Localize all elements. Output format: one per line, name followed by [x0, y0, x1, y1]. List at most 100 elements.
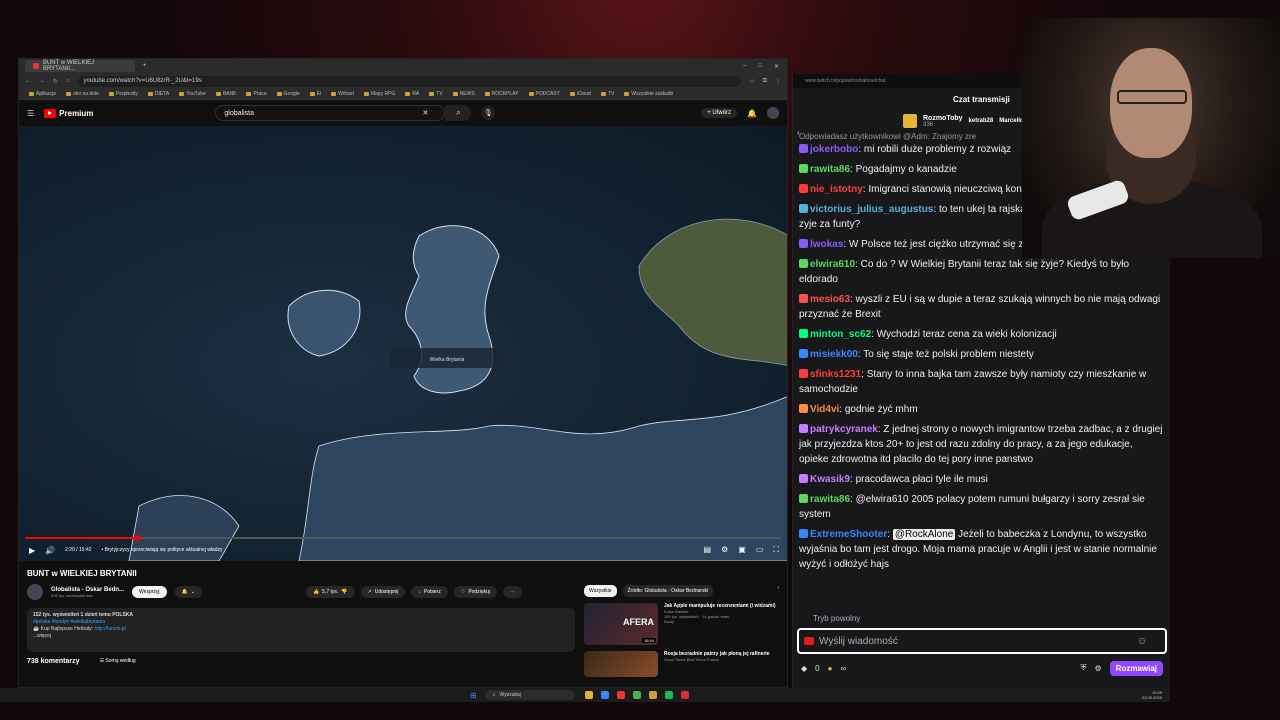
search-input[interactable]: globalista ✕	[215, 105, 446, 121]
chat-username[interactable]: rawita86	[810, 164, 850, 175]
user-badge-icon[interactable]	[799, 404, 808, 413]
reload-icon[interactable]: ↻	[53, 78, 58, 85]
bookmark-item[interactable]: Wrload	[331, 91, 354, 97]
recommendation-item[interactable]: Rosja bezradnie patrzy jak płoną jej raf…	[584, 651, 779, 677]
chapter-title[interactable]: • Brytyjczycy sprzeciwiają się polityce …	[102, 547, 223, 553]
channel-name[interactable]: Globalista - Oskar Bedn...	[51, 587, 124, 593]
video-thumbnail[interactable]	[584, 651, 658, 677]
clear-search-icon[interactable]: ✕	[423, 109, 429, 117]
sort-comments-button[interactable]: ☰ Sortuj według	[100, 658, 136, 665]
show-more-link[interactable]: ...więcej	[33, 633, 569, 640]
recommendation-item[interactable]: AFERA 18:54 Jak Apple manipuluje recenze…	[584, 603, 779, 645]
bookmark-item[interactable]: TV	[601, 91, 614, 97]
support-button[interactable]: Wesprzyj	[132, 586, 167, 598]
voice-search-icon[interactable]: 🎙	[481, 106, 496, 120]
bookmark-item[interactable]: BANK	[216, 91, 237, 97]
opera-icon[interactable]	[616, 691, 625, 699]
chat-message-input[interactable]: Wyślij wiadomość ☺	[797, 628, 1167, 654]
bookmark-item[interactable]: Praca	[246, 91, 266, 97]
url-field[interactable]: youtube.com/watch?v=U6U8zrR-_2U&t=19s	[77, 75, 742, 87]
extensions-icon[interactable]: ⧉	[763, 78, 767, 85]
bits-icon[interactable]: ◆	[801, 664, 807, 673]
subscription-bell-button[interactable]: 🔔 ⌄	[174, 586, 202, 598]
chat-mention[interactable]: @RockAlone	[892, 529, 956, 540]
bookmark-item[interactable]: YouTube	[179, 91, 206, 97]
chat-username[interactable]: Kwasik9	[810, 474, 850, 485]
user-badge-icon[interactable]	[799, 529, 808, 538]
user-badge-icon[interactable]	[799, 259, 808, 268]
emote-picker-icon[interactable]: ☺	[1137, 636, 1147, 647]
chat-username[interactable]: jokerbobo	[810, 144, 858, 155]
user-badge-icon[interactable]	[799, 474, 808, 483]
user-avatar[interactable]	[767, 107, 779, 119]
chat-username[interactable]: ExtremeShooter	[810, 529, 887, 540]
minimize-icon[interactable]: –	[743, 63, 746, 70]
close-icon[interactable]: ✕	[774, 63, 779, 70]
chat-username[interactable]: lwokas	[810, 239, 843, 250]
more-actions-icon[interactable]: ⋯	[503, 586, 522, 598]
theater-mode-icon[interactable]: ▭	[756, 545, 764, 555]
user-badge-icon[interactable]	[799, 239, 808, 248]
send-chat-button[interactable]: Rozmawiaj	[1109, 660, 1163, 676]
second-gifter[interactable]: ketrab28	[969, 118, 994, 124]
shield-icon[interactable]: ⛨	[1080, 663, 1086, 673]
bookmark-item[interactable]: Google	[277, 91, 300, 97]
channel-points-icon[interactable]: ●	[828, 664, 833, 673]
chat-username[interactable]: Vid4vi	[810, 404, 839, 415]
promo-link[interactable]: http://tuncio.pl	[95, 626, 126, 632]
back-icon[interactable]: ←	[25, 78, 31, 84]
chat-username[interactable]: patrykcyranek	[810, 424, 878, 435]
chat-settings-gear-icon[interactable]: ⚙	[1094, 664, 1101, 673]
channel-avatar[interactable]	[27, 584, 43, 600]
user-badge-icon[interactable]	[799, 184, 808, 193]
bookmark-item[interactable]: El	[310, 91, 321, 97]
chat-username[interactable]: rawita86	[810, 494, 850, 505]
browser-tab[interactable]: BUNT w WIELKIEJ BRYTANII...	[25, 60, 135, 72]
chrome-icon[interactable]	[632, 691, 641, 699]
chat-username[interactable]: victorius_julius_augustus	[810, 204, 933, 215]
maximize-icon[interactable]: □	[758, 63, 762, 70]
user-badge-icon[interactable]	[799, 294, 808, 303]
video-description[interactable]: 152 tys. wyświetleń 1 dzień temu POLSKA …	[27, 608, 575, 652]
windows-start-icon[interactable]: ⊞	[470, 691, 477, 700]
bookmark-item[interactable]: ROCKPLAY	[485, 91, 519, 97]
subtitles-icon[interactable]: ▤	[704, 545, 712, 555]
hashtags[interactable]: #polska #londyn #wielkabrytania	[33, 619, 569, 626]
notes-icon[interactable]	[648, 691, 657, 699]
chat-username[interactable]: minton_sc62	[810, 329, 871, 340]
notifications-bell-icon[interactable]: 🔔	[747, 109, 757, 118]
bookmark-item[interactable]: oko na dole	[66, 91, 99, 97]
volume-icon[interactable]: 🔊	[45, 546, 55, 555]
file-explorer-icon[interactable]	[584, 691, 593, 699]
miniplayer-icon[interactable]: ▣	[738, 545, 746, 555]
play-icon[interactable]: ▶	[29, 546, 35, 555]
user-badge-icon[interactable]	[799, 424, 808, 433]
bookmark-item[interactable]: Aplikacje	[29, 91, 56, 97]
thumbs-down-icon[interactable]: 👎	[341, 589, 347, 595]
search-button[interactable]: ⌕	[445, 105, 472, 121]
bookmark-item[interactable]: Mapy RPG	[364, 91, 395, 97]
chat-username[interactable]: mesio63	[810, 294, 850, 305]
chips-next-icon[interactable]: ›	[777, 585, 779, 597]
user-badge-icon[interactable]	[799, 144, 808, 153]
create-button[interactable]: + Utwórz	[701, 108, 738, 118]
spotify-icon[interactable]	[664, 691, 673, 699]
chat-username[interactable]: nie_istotny	[810, 184, 863, 195]
download-button[interactable]: ↓ Pobierz	[411, 586, 448, 598]
user-badge-icon[interactable]	[799, 349, 808, 358]
settings-gear-icon[interactable]: ⚙	[721, 545, 728, 555]
app-icon[interactable]	[680, 691, 689, 699]
user-badge-icon[interactable]	[799, 204, 808, 213]
home-icon[interactable]: ⌂	[66, 78, 70, 84]
hamburger-menu-icon[interactable]: ☰	[27, 109, 34, 118]
edge-icon[interactable]	[600, 691, 609, 699]
bookmark-item[interactable]: PODCAST	[529, 91, 560, 97]
forward-icon[interactable]: →	[39, 78, 45, 84]
user-badge-icon[interactable]	[799, 494, 808, 503]
like-button[interactable]: 👍 5,7 tys. 👎	[305, 586, 355, 598]
video-player[interactable]: Wielka Brytania	[19, 126, 787, 561]
youtube-logo[interactable]: Premium	[44, 108, 93, 118]
user-badge-icon[interactable]	[799, 329, 808, 338]
video-thumbnail[interactable]: AFERA 18:54	[584, 603, 658, 645]
bookmark-item[interactable]: DIETA	[148, 91, 169, 97]
